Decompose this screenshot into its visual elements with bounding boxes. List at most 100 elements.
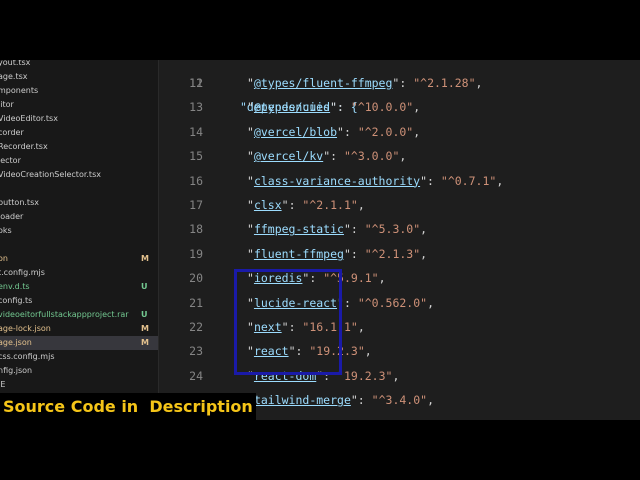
code-text: "@vercel/kv": "^3.0.0", [247, 149, 407, 164]
line-number: 17 [189, 198, 203, 212]
file-tree-item[interactable]: config.ts [0, 294, 158, 308]
dependency-name: @types/fluent-ffmpeg [253, 76, 393, 90]
dependency-version: 19.2.3 [343, 368, 386, 383]
file-name: loader [0, 212, 24, 221]
file-name: config.ts [0, 296, 33, 305]
file-tree-item[interactable]: corder [0, 126, 158, 140]
dependency-name: clsx [253, 198, 282, 212]
file-name: mponents [0, 86, 39, 95]
code-text: "@vercel/blob": "^2.0.0", [247, 124, 421, 139]
file-name: corder [0, 128, 24, 137]
file-name: nfig.json [0, 366, 33, 375]
code-line: 23 "react": "19.2.3", [159, 339, 640, 363]
git-status-badge: M [141, 254, 149, 263]
line-number: 19 [189, 246, 203, 261]
file-name: button.tsx [0, 198, 39, 207]
line-number: 20 [189, 271, 203, 286]
dependency-name: class-variance-authority [253, 173, 421, 188]
dependency-name: tailwind-merge [253, 393, 351, 408]
file-name: VideoEditor.tsx [0, 114, 58, 123]
file-tree-item[interactable]: litor [0, 98, 158, 112]
code-line: 19 "fluent-ffmpeg": "^2.1.3", [159, 242, 640, 266]
line-number: 21 [189, 295, 203, 310]
file-tree-item[interactable]: VideoEditor.tsx [0, 112, 158, 126]
code-editor[interactable]: 11 "dependencies": { 12 "@types/fluent-ff… [159, 60, 640, 420]
file-name: litor [0, 100, 14, 109]
dependency-version: ^3.0.0 [350, 149, 393, 164]
line-number: 23 [189, 344, 203, 359]
file-tree-item[interactable]: videoeitorfullstackappproject.rar U [0, 308, 158, 322]
dependency-version: ^2.1.3 [371, 246, 414, 261]
line-number: 15 [189, 149, 203, 164]
file-tree-item[interactable] [0, 238, 158, 252]
code-line: 14 "@vercel/blob": "^2.0.0", [159, 120, 640, 144]
highlight-box [234, 269, 342, 375]
file-name: t.config.mjs [0, 268, 45, 277]
file-tree-item[interactable]: lector [0, 154, 158, 168]
code-text: "tailwind-merge": "^3.4.0", [247, 393, 435, 408]
git-status-badge: M [141, 324, 149, 333]
file-explorer: yout.tsx age.tsx mponents litor VideoEditor.… [0, 60, 159, 420]
git-status-badge: U [141, 282, 148, 291]
code-line-partial: 11 "dependencies": { [159, 60, 640, 114]
dependency-version: ^2.1.28 [420, 76, 469, 90]
git-status-badge: U [141, 310, 148, 319]
line-number: 16 [189, 173, 203, 188]
file-tree-item[interactable]: button.tsx [0, 196, 158, 210]
dependency-name: ffmpeg-static [253, 222, 344, 237]
file-tree-item[interactable]: yout.tsx [0, 60, 158, 70]
screenshot-frame: yout.tsx age.tsx mponents litor VideoEditor.… [0, 60, 640, 420]
code-text: "@types/uuid": "^10.0.0", [247, 100, 421, 115]
file-tree-item[interactable]: age.tsx [0, 70, 158, 84]
dependency-version: ^10.0.0 [357, 100, 407, 115]
file-name: IE [0, 380, 6, 389]
file-tree-item[interactable]: age-lock.json M [0, 322, 158, 336]
file-tree-item[interactable]: oks [0, 224, 158, 238]
code-text: "fluent-ffmpeg": "^2.1.3", [247, 246, 428, 261]
file-name: age.tsx [0, 72, 28, 81]
dependency-version: ^3.4.0 [378, 393, 421, 408]
code-line: 16 "class-variance-authority": "^0.7.1", [159, 169, 640, 193]
code-line: 22 "next": "16.1.1", [159, 315, 640, 339]
code-line: 18 "ffmpeg-static": "^5.3.0", [159, 217, 640, 241]
file-name: Recorder.tsx [0, 142, 48, 151]
file-tree-item[interactable]: age.json M [0, 336, 158, 350]
file-tree-item[interactable]: VideoCreationSelector.tsx [0, 168, 158, 182]
file-name: env.d.ts [0, 282, 30, 291]
code-text: "@types/fluent-ffmpeg": "^2.1.28", [247, 76, 483, 90]
file-tree-item[interactable]: css.config.mjs [0, 350, 158, 364]
line-number: 18 [189, 222, 203, 237]
dependency-version: ^0.562.0 [364, 295, 421, 310]
file-name: videoeitorfullstackappproject.rar [0, 310, 129, 319]
code-text: "class-variance-authority": "^0.7.1", [247, 173, 504, 188]
file-tree-item[interactable]: t.config.mjs [0, 266, 158, 280]
line-number: 22 [189, 320, 203, 334]
code-line: 12 "@types/fluent-ffmpeg": "^2.1.28", [159, 71, 640, 95]
file-name: oks [0, 226, 12, 235]
code-line: 13 "@types/uuid": "^10.0.0", [159, 95, 640, 119]
file-name: VideoCreationSelector.tsx [0, 170, 101, 179]
file-tree-item[interactable]: IE [0, 378, 158, 392]
file-name: on [0, 254, 8, 263]
file-tree-item[interactable] [0, 182, 158, 196]
file-tree-item[interactable]: env.d.ts U [0, 280, 158, 294]
code-text: "ffmpeg-static": "^5.3.0", [247, 222, 428, 237]
code-line: 24 "react-dom": "19.2.3", [159, 364, 640, 388]
file-tree-item[interactable]: nfig.json [0, 364, 158, 378]
file-name: age.json [0, 338, 32, 347]
code-text: "clsx": "^2.1.1", [247, 198, 365, 212]
dependency-version: ^2.1.1 [309, 198, 351, 212]
dependency-name: fluent-ffmpeg [253, 246, 344, 261]
git-status-badge: M [141, 338, 149, 347]
line-number: 24 [189, 368, 203, 383]
file-tree-item[interactable]: Recorder.tsx [0, 140, 158, 154]
dependency-name: @vercel/blob [253, 124, 338, 139]
line-number: 14 [189, 124, 203, 139]
file-tree-item[interactable]: on M [0, 252, 158, 266]
dependency-version: ^2.0.0 [364, 124, 407, 139]
line-number: 13 [189, 100, 203, 115]
file-name: yout.tsx [0, 60, 31, 67]
file-tree-item[interactable]: mponents [0, 84, 158, 98]
code-line: 20 "ioredis": "^5.9.1", [159, 266, 640, 290]
file-tree-item[interactable]: loader [0, 210, 158, 224]
